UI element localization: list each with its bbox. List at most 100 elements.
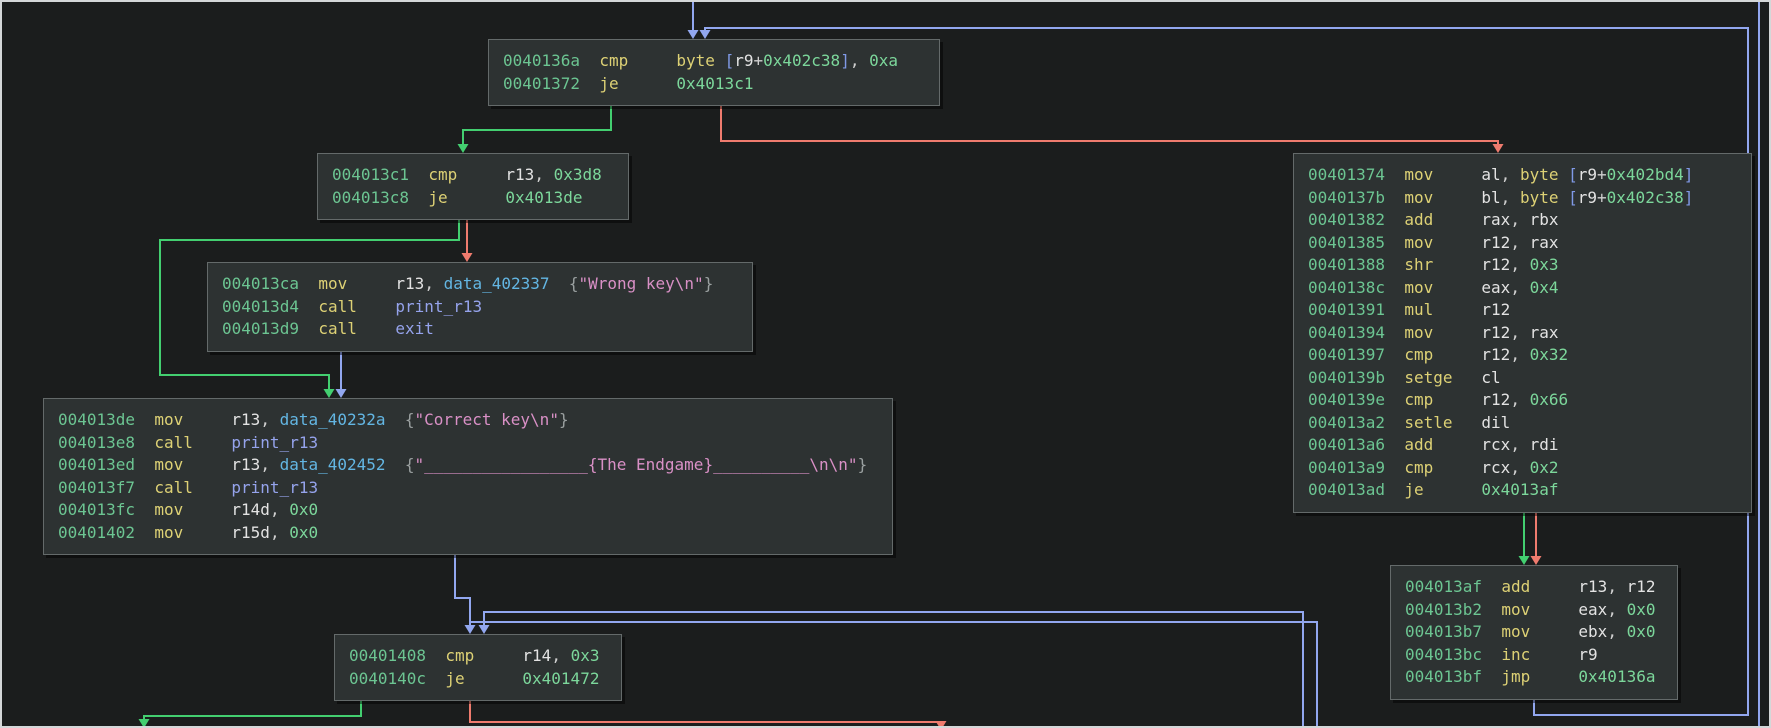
asm-line[interactable]: 0040136a cmp byte [r9+0x402c38], 0xa — [503, 50, 925, 73]
asm-line[interactable]: 00401374 mov al, byte [r9+0x402bd4] — [1308, 164, 1737, 187]
asm-line[interactable]: 004013ca mov r13, data_402337 {"Wrong ke… — [222, 273, 738, 296]
number-token[interactable]: 0x3 — [1530, 255, 1559, 274]
number-token[interactable]: 0x3d8 — [554, 165, 602, 184]
code-ref-token[interactable]: 0x4013c1 — [676, 74, 753, 93]
asm-line[interactable]: 004013de mov r13, data_40232a {"Correct … — [58, 409, 878, 432]
address-token[interactable]: 004013b7 — [1405, 622, 1482, 641]
basic-block-00401408[interactable]: 00401408 cmp r14, 0x30040140c je 0x40147… — [334, 634, 622, 701]
address-token[interactable]: 0040139e — [1308, 390, 1385, 409]
code-ref-token[interactable]: 0x40136a — [1578, 667, 1655, 686]
basic-block-00401374[interactable]: 00401374 mov al, byte [r9+0x402bd4]00401… — [1293, 153, 1752, 513]
asm-line[interactable]: 004013d4 call print_r13 — [222, 296, 738, 319]
address-token[interactable]: 004013bf — [1405, 667, 1482, 686]
basic-block-004013de[interactable]: 004013de mov r13, data_40232a {"Correct … — [43, 398, 893, 555]
address-token[interactable]: 004013c8 — [332, 188, 409, 207]
data-ref-token[interactable]: data_402452 — [280, 455, 386, 474]
asm-line[interactable]: 004013a6 add rcx, rdi — [1308, 434, 1737, 457]
basic-block-004013ca[interactable]: 004013ca mov r13, data_402337 {"Wrong ke… — [207, 262, 753, 352]
asm-line[interactable]: 004013e8 call print_r13 — [58, 432, 878, 455]
asm-line[interactable]: 0040140c je 0x401472 — [349, 668, 607, 691]
address-token[interactable]: 004013d9 — [222, 319, 299, 338]
address-token[interactable]: 00401374 — [1308, 165, 1385, 184]
address-token[interactable]: 00401382 — [1308, 210, 1385, 229]
number-token[interactable]: 0x66 — [1530, 390, 1569, 409]
number-token[interactable]: 0xa — [869, 51, 898, 70]
data-ref-token[interactable]: data_402337 — [444, 274, 550, 293]
address-token[interactable]: 0040139b — [1308, 368, 1385, 387]
asm-line[interactable]: 004013f7 call print_r13 — [58, 477, 878, 500]
number-token[interactable]: 0x3 — [571, 646, 600, 665]
asm-line[interactable]: 00401382 add rax, rbx — [1308, 209, 1737, 232]
asm-line[interactable]: 00401397 cmp r12, 0x32 — [1308, 344, 1737, 367]
number-token[interactable]: 0x32 — [1530, 345, 1569, 364]
asm-line[interactable]: 004013b7 mov ebx, 0x0 — [1405, 621, 1663, 644]
number-token[interactable]: 0x402c38 — [763, 51, 840, 70]
address-token[interactable]: 00401397 — [1308, 345, 1385, 364]
asm-line[interactable]: 00401391 mul r12 — [1308, 299, 1737, 322]
address-token[interactable]: 004013ad — [1308, 480, 1385, 499]
asm-line[interactable]: 004013a9 cmp rcx, 0x2 — [1308, 457, 1737, 480]
asm-line[interactable]: 004013af add r13, r12 — [1405, 576, 1663, 599]
number-token[interactable]: 0x0 — [289, 523, 318, 542]
asm-line[interactable]: 00401372 je 0x4013c1 — [503, 73, 925, 96]
address-token[interactable]: 004013a6 — [1308, 435, 1385, 454]
code-ref-token[interactable]: 0x4013af — [1481, 480, 1558, 499]
asm-line[interactable]: 004013ad je 0x4013af — [1308, 479, 1737, 502]
basic-block-0040136a[interactable]: 0040136a cmp byte [r9+0x402c38], 0xa0040… — [488, 39, 940, 106]
asm-line[interactable]: 0040138c mov eax, 0x4 — [1308, 277, 1737, 300]
asm-line[interactable]: 00401402 mov r15d, 0x0 — [58, 522, 878, 545]
address-token[interactable]: 00401372 — [503, 74, 580, 93]
address-token[interactable]: 00401385 — [1308, 233, 1385, 252]
asm-line[interactable]: 004013bf jmp 0x40136a — [1405, 666, 1663, 689]
asm-line[interactable]: 004013c8 je 0x4013de — [332, 187, 614, 210]
number-token[interactable]: 0x2 — [1530, 458, 1559, 477]
address-token[interactable]: 00401394 — [1308, 323, 1385, 342]
address-token[interactable]: 00401388 — [1308, 255, 1385, 274]
asm-line[interactable]: 004013fc mov r14d, 0x0 — [58, 499, 878, 522]
code-ref-token[interactable]: 0x401472 — [522, 669, 599, 688]
address-token[interactable]: 004013fc — [58, 500, 135, 519]
number-token[interactable]: 0x0 — [1627, 600, 1656, 619]
asm-line[interactable]: 004013ed mov r13, data_402452 {"________… — [58, 454, 878, 477]
address-token[interactable]: 0040140c — [349, 669, 426, 688]
address-token[interactable]: 004013b2 — [1405, 600, 1482, 619]
basic-block-004013af[interactable]: 004013af add r13, r12004013b2 mov eax, 0… — [1390, 565, 1678, 700]
asm-line[interactable]: 004013c1 cmp r13, 0x3d8 — [332, 164, 614, 187]
number-token[interactable]: 0x0 — [289, 500, 318, 519]
data-ref-token[interactable]: data_40232a — [280, 410, 386, 429]
asm-line[interactable]: 00401388 shr r12, 0x3 — [1308, 254, 1737, 277]
asm-line[interactable]: 00401408 cmp r14, 0x3 — [349, 645, 607, 668]
address-token[interactable]: 0040137b — [1308, 188, 1385, 207]
address-token[interactable]: 00401408 — [349, 646, 426, 665]
address-token[interactable]: 004013bc — [1405, 645, 1482, 664]
number-token[interactable]: 0x0 — [1627, 622, 1656, 641]
asm-line[interactable]: 0040137b mov bl, byte [r9+0x402c38] — [1308, 187, 1737, 210]
address-token[interactable]: 0040138c — [1308, 278, 1385, 297]
address-token[interactable]: 004013a2 — [1308, 413, 1385, 432]
address-token[interactable]: 004013c1 — [332, 165, 409, 184]
asm-line[interactable]: 004013b2 mov eax, 0x0 — [1405, 599, 1663, 622]
address-token[interactable]: 004013ed — [58, 455, 135, 474]
address-token[interactable]: 004013ca — [222, 274, 299, 293]
function-ref-token[interactable]: print_r13 — [231, 478, 318, 497]
basic-block-004013c1[interactable]: 004013c1 cmp r13, 0x3d8004013c8 je 0x401… — [317, 153, 629, 220]
address-token[interactable]: 00401391 — [1308, 300, 1385, 319]
number-token[interactable]: 0x402bd4 — [1607, 165, 1684, 184]
address-token[interactable]: 004013e8 — [58, 433, 135, 452]
function-ref-token[interactable]: print_r13 — [395, 297, 482, 316]
function-ref-token[interactable]: print_r13 — [231, 433, 318, 452]
address-token[interactable]: 004013d4 — [222, 297, 299, 316]
code-ref-token[interactable]: 0x4013de — [505, 188, 582, 207]
asm-line[interactable]: 004013a2 setle dil — [1308, 412, 1737, 435]
graph-canvas[interactable]: 0040136a cmp byte [r9+0x402c38], 0xa0040… — [0, 0, 1771, 728]
asm-line[interactable]: 004013bc inc r9 — [1405, 644, 1663, 667]
asm-line[interactable]: 004013d9 call exit — [222, 318, 738, 341]
number-token[interactable]: 0x4 — [1530, 278, 1559, 297]
address-token[interactable]: 00401402 — [58, 523, 135, 542]
address-token[interactable]: 0040136a — [503, 51, 580, 70]
number-token[interactable]: 0x402c38 — [1607, 188, 1684, 207]
asm-line[interactable]: 0040139e cmp r12, 0x66 — [1308, 389, 1737, 412]
address-token[interactable]: 004013de — [58, 410, 135, 429]
asm-line[interactable]: 00401394 mov r12, rax — [1308, 322, 1737, 345]
address-token[interactable]: 004013f7 — [58, 478, 135, 497]
